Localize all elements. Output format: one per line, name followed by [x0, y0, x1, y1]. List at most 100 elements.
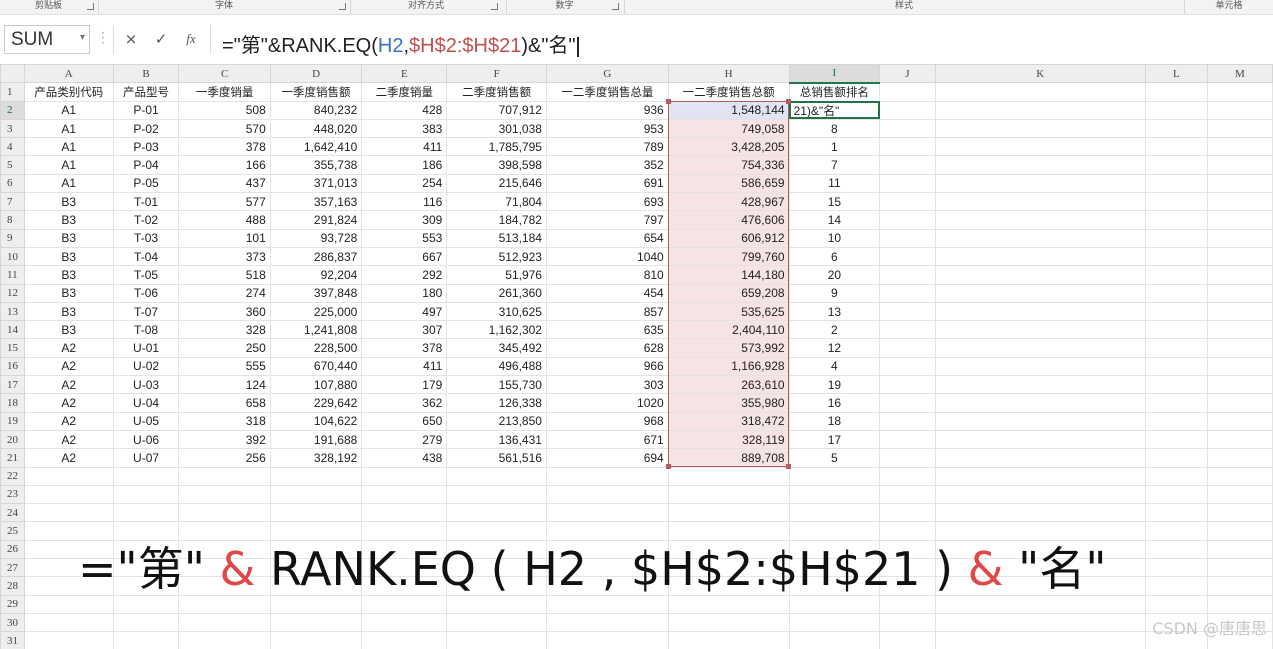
data-cell[interactable]: P-04	[112, 155, 180, 175]
empty-cell[interactable]	[1144, 320, 1208, 340]
data-cell[interactable]: 840,232	[269, 100, 363, 120]
data-cell[interactable]: 654	[545, 228, 669, 248]
data-cell[interactable]: 508	[178, 100, 271, 120]
data-cell[interactable]: 291,824	[269, 210, 363, 230]
data-cell[interactable]: P-03	[112, 137, 180, 157]
header-cell[interactable]: 一季度销售额	[269, 82, 363, 102]
row-header[interactable]: 3	[0, 118, 25, 139]
empty-cell[interactable]	[1206, 320, 1273, 340]
data-cell[interactable]: 250	[178, 338, 271, 358]
empty-cell[interactable]	[788, 484, 881, 505]
empty-cell[interactable]	[879, 320, 936, 340]
row-header[interactable]: 25	[0, 521, 25, 541]
data-cell[interactable]: 345,492	[446, 338, 547, 358]
empty-cell[interactable]	[1206, 246, 1273, 267]
empty-cell[interactable]	[269, 484, 363, 505]
empty-cell[interactable]	[23, 612, 114, 633]
data-cell[interactable]: 437	[178, 173, 271, 194]
data-cell[interactable]: 254	[361, 173, 448, 194]
data-cell[interactable]: U-07	[112, 448, 180, 468]
empty-cell[interactable]	[934, 411, 1146, 431]
empty-cell[interactable]	[788, 612, 881, 633]
empty-cell[interactable]	[1206, 558, 1273, 578]
column-header-j[interactable]: J	[879, 64, 936, 84]
empty-cell[interactable]	[1144, 411, 1208, 431]
data-cell[interactable]: 799,760	[667, 246, 790, 267]
data-cell[interactable]: 144,180	[667, 265, 790, 285]
data-cell[interactable]: 496,488	[446, 356, 547, 377]
row-header[interactable]: 23	[0, 484, 25, 505]
empty-cell[interactable]	[788, 503, 881, 523]
data-cell[interactable]: B3	[23, 320, 114, 340]
empty-cell[interactable]	[879, 631, 936, 649]
data-cell[interactable]: 166	[178, 155, 271, 175]
data-cell[interactable]: U-02	[112, 356, 180, 377]
empty-cell[interactable]	[934, 448, 1146, 468]
empty-cell[interactable]	[1144, 82, 1208, 102]
row-header[interactable]: 30	[0, 612, 25, 633]
data-cell[interactable]: A1	[23, 118, 114, 139]
data-cell[interactable]: 488	[178, 210, 271, 230]
data-cell[interactable]: 670,440	[269, 356, 363, 377]
data-cell[interactable]: 570	[178, 118, 271, 139]
column-header-b[interactable]: B	[112, 64, 180, 84]
data-cell[interactable]: 124	[178, 375, 271, 395]
empty-cell[interactable]	[879, 375, 936, 395]
empty-cell[interactable]	[1144, 301, 1208, 322]
data-cell[interactable]: 263,610	[667, 375, 790, 395]
empty-cell[interactable]	[879, 82, 936, 102]
empty-cell[interactable]	[879, 100, 936, 120]
data-cell[interactable]: 694	[545, 448, 669, 468]
cancel-icon[interactable]: ×	[118, 28, 144, 50]
empty-cell[interactable]	[879, 210, 936, 230]
grip-icon[interactable]: · · ·	[101, 27, 105, 49]
empty-cell[interactable]	[23, 503, 114, 523]
row-header[interactable]: 1	[0, 82, 25, 102]
data-cell[interactable]: 476,606	[667, 210, 790, 230]
data-cell[interactable]: A2	[23, 448, 114, 468]
column-header-m[interactable]: M	[1206, 64, 1273, 84]
empty-cell[interactable]	[879, 173, 936, 194]
data-cell[interactable]: 2	[788, 320, 881, 340]
data-cell[interactable]: 7	[788, 155, 881, 175]
empty-cell[interactable]	[1144, 228, 1208, 248]
data-cell[interactable]: 155,730	[446, 375, 547, 395]
empty-cell[interactable]	[1144, 118, 1208, 139]
data-cell[interactable]: 318,472	[667, 411, 790, 431]
empty-cell[interactable]	[934, 429, 1146, 450]
data-cell[interactable]: 448,020	[269, 118, 363, 139]
data-cell[interactable]: 573,992	[667, 338, 790, 358]
data-cell[interactable]: 51,976	[446, 265, 547, 285]
empty-cell[interactable]	[1206, 118, 1273, 139]
data-cell[interactable]: 628	[545, 338, 669, 358]
empty-cell[interactable]	[178, 466, 271, 486]
data-cell[interactable]: 1,241,808	[269, 320, 363, 340]
empty-cell[interactable]	[1144, 521, 1208, 541]
column-header-l[interactable]: L	[1144, 64, 1208, 84]
data-cell[interactable]: 518	[178, 265, 271, 285]
empty-cell[interactable]	[1144, 137, 1208, 157]
data-cell[interactable]: U-06	[112, 429, 180, 450]
data-cell[interactable]: T-03	[112, 228, 180, 248]
header-cell[interactable]: 一二季度销售总量	[545, 82, 669, 102]
active-cell[interactable]: 21)&"名"	[788, 100, 881, 120]
empty-cell[interactable]	[879, 411, 936, 431]
data-cell[interactable]: B3	[23, 192, 114, 212]
data-cell[interactable]: 378	[178, 137, 271, 157]
dialog-launcher-icon[interactable]	[339, 3, 346, 10]
data-cell[interactable]: 454	[545, 283, 669, 303]
empty-cell[interactable]	[1144, 484, 1208, 505]
column-header-h[interactable]: H	[667, 64, 790, 84]
row-header[interactable]: 22	[0, 466, 25, 486]
empty-cell[interactable]	[1144, 594, 1208, 614]
row-header[interactable]: 11	[0, 265, 25, 285]
data-cell[interactable]: B3	[23, 246, 114, 267]
data-cell[interactable]: 789	[545, 137, 669, 157]
data-cell[interactable]: 19	[788, 375, 881, 395]
data-cell[interactable]: 71,804	[446, 192, 547, 212]
data-cell[interactable]: 1,548,144	[667, 100, 790, 120]
header-cell[interactable]: 一二季度销售总额	[667, 82, 790, 102]
data-cell[interactable]: 373	[178, 246, 271, 267]
empty-cell[interactable]	[178, 612, 271, 633]
data-cell[interactable]: T-07	[112, 301, 180, 322]
